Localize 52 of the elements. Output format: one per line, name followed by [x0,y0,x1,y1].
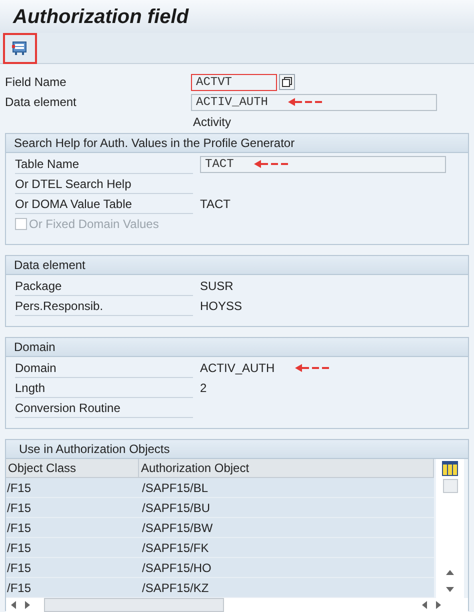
field-label: Table Name [15,154,193,174]
table-cell-text: /F15 [6,580,32,597]
field-label: Data element [5,94,78,111]
field-value: ACTIV_AUTH [200,360,275,377]
column-header[interactable]: Object Class [6,459,139,477]
table-cell-text: /F15 [6,560,32,577]
field-label: Or DOMA Value Table [15,194,193,214]
field-label: Package [15,276,193,296]
field-value: TACT [200,196,230,213]
column-layout-icon[interactable] [442,461,458,476]
field-label: Field Name [5,74,68,91]
field-value: SUSR [200,278,234,295]
field-value: HOYSS [200,298,242,315]
group-title: Data element [6,256,468,275]
scroll-left-icon[interactable] [11,601,16,609]
input-field[interactable]: ACTVT [191,74,277,90]
table-cell-text: /SAPF15/BL [141,480,210,497]
field-label: Domain [15,358,193,378]
checkbox-label: Or Fixed Domain Values [29,216,159,233]
table-cell-text: /SAPF15/HO [141,560,212,577]
scroll-thumb[interactable] [44,598,224,612]
group-title: Domain [6,338,468,357]
column-header[interactable]: Authorization Object [139,459,434,477]
table-cell-text: /F15 [6,480,32,497]
input-field[interactable]: ACTIV_AUTH [191,94,437,110]
scroll-up-icon[interactable] [446,570,454,575]
copy-icon [282,77,292,87]
field-label: Lngth [15,378,193,398]
scroll-right-icon[interactable] [25,601,30,609]
field-label: Pers.Responsib. [15,296,193,316]
table-cell-text: /F15 [6,500,32,517]
scroll-left-icon[interactable] [422,601,427,609]
toolbar-button[interactable] [3,32,37,64]
scroll-thumb[interactable] [442,479,458,493]
field-label: Conversion Routine [15,398,193,418]
table-cell-text: /SAPF15/KZ [141,580,210,597]
group-title: Search Help for Auth. Values in the Profile Generator [6,134,468,153]
scroll-right-icon[interactable] [436,601,441,609]
table-cell-text: /SAPF15/BU [141,500,212,517]
scroll-down-icon[interactable] [446,587,454,592]
table-cell-text: /F15 [6,540,32,557]
description-text: Activity [193,114,232,131]
table-cell-text: /SAPF15/FK [141,540,210,557]
group-title: Use in Authorization Objects [6,440,468,459]
table-cell-text: /SAPF15/BW [141,520,214,537]
input-field[interactable]: TACT [200,156,446,172]
field-value: 2 [200,380,207,397]
copy-button[interactable] [279,74,295,90]
table-cell-text: /F15 [6,520,32,537]
field-label: Or DTEL Search Help [15,174,193,194]
display-icon [12,40,28,56]
window-title: Authorization field [13,4,189,30]
